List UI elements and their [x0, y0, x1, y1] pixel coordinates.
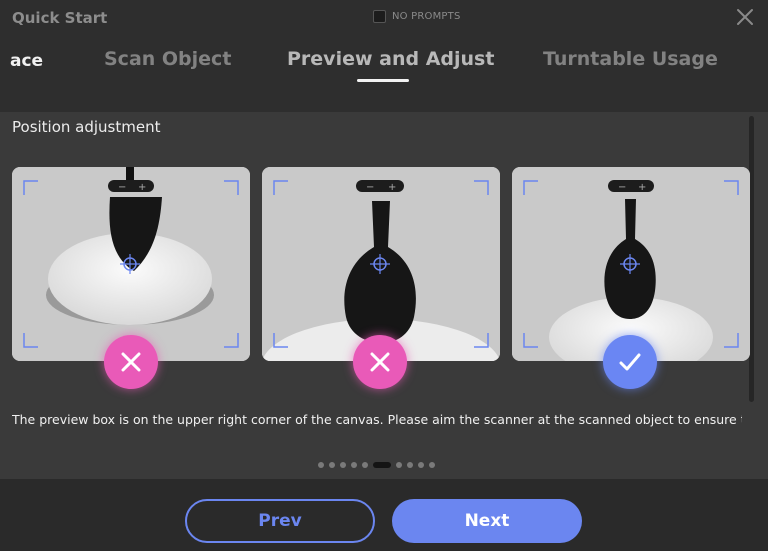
tab-turntable-usage[interactable]: Turntable Usage: [543, 48, 718, 70]
svg-text:+: +: [138, 182, 146, 193]
tab-scan-object[interactable]: Scan Object: [104, 48, 231, 70]
description-text: The preview box is on the upper right co…: [12, 412, 742, 427]
incorrect-badge: [353, 335, 407, 389]
incorrect-badge: [104, 335, 158, 389]
page-dot[interactable]: [318, 462, 324, 468]
preview-card-too-close: − +: [262, 167, 500, 361]
dialog-footer: Prev Next: [0, 479, 768, 551]
svg-text:+: +: [388, 182, 396, 193]
tab-preview-and-adjust[interactable]: Preview and Adjust: [287, 48, 494, 70]
prev-button[interactable]: Prev: [185, 499, 375, 543]
preview-card-too-high: − +: [12, 167, 250, 361]
page-dot[interactable]: [418, 462, 424, 468]
dialog-title: Quick Start: [12, 9, 108, 27]
page-dot[interactable]: [329, 462, 335, 468]
next-button[interactable]: Next: [392, 499, 582, 543]
no-prompts-toggle[interactable]: NO PROMPTS: [373, 10, 461, 23]
svg-text:+: +: [638, 182, 646, 193]
correct-badge: [603, 335, 657, 389]
check-icon: [619, 353, 641, 371]
section-title: Position adjustment: [12, 118, 161, 136]
page-dot-active[interactable]: [373, 462, 391, 468]
svg-text:−: −: [618, 182, 626, 193]
no-prompts-checkbox[interactable]: [373, 10, 386, 23]
no-prompts-label: NO PROMPTS: [392, 11, 461, 22]
scene-illustration: − +: [12, 167, 250, 361]
tutorial-content: Position adjustment − + − + − + The prev…: [0, 112, 768, 479]
tab-bar: ace Scan Object Preview and Adjust Turnt…: [0, 44, 768, 84]
pagination-dots: [318, 461, 435, 469]
active-tab-indicator: [357, 79, 409, 82]
page-dot[interactable]: [429, 462, 435, 468]
close-button[interactable]: [734, 6, 756, 28]
dialog-header: Quick Start NO PROMPTS ace Scan Object P…: [0, 0, 768, 112]
tab-interface[interactable]: ace: [10, 51, 43, 71]
page-dot[interactable]: [407, 462, 413, 468]
svg-text:−: −: [118, 182, 126, 193]
scene-illustration: − +: [262, 167, 500, 361]
preview-card-correct: − +: [512, 167, 750, 361]
page-dot[interactable]: [351, 462, 357, 468]
close-icon: [737, 9, 753, 25]
svg-text:−: −: [366, 182, 374, 193]
cross-icon: [370, 352, 390, 372]
scene-illustration: − +: [512, 167, 750, 361]
page-dot[interactable]: [362, 462, 368, 468]
cross-icon: [121, 352, 141, 372]
page-dot[interactable]: [396, 462, 402, 468]
page-dot[interactable]: [340, 462, 346, 468]
